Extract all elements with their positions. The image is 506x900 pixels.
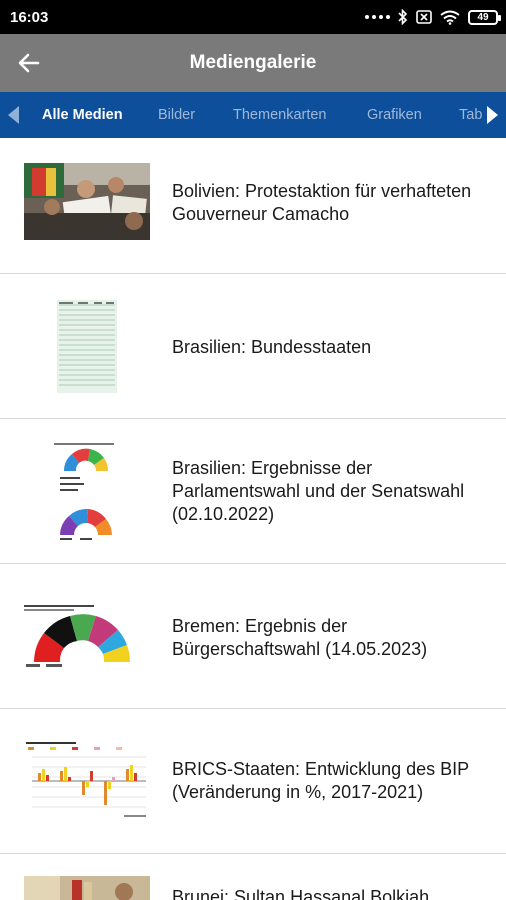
thumbnail-parliament-chart	[24, 441, 150, 543]
app-bar: Mediengalerie	[0, 34, 506, 92]
page-title: Mediengalerie	[189, 52, 317, 73]
thumbnail-photo	[24, 876, 150, 900]
list-item[interactable]: Bolivien: Protestaktion für verhafteten …	[0, 138, 506, 274]
list-item[interactable]: Brasilien: Bundesstaaten	[0, 274, 506, 419]
list-item[interactable]: BRICS-Staaten: Entwicklung des BIP (Verä…	[0, 709, 506, 854]
battery-icon: 49	[468, 9, 501, 25]
tab-alle-medien[interactable]: Alle Medien	[42, 107, 123, 123]
wifi-icon	[440, 10, 460, 25]
item-title: Brasilien: Ergebnisse der Parlamentswahl…	[172, 458, 465, 524]
status-icons: 49	[365, 7, 501, 27]
thumbnail-table	[24, 298, 150, 395]
thumbnail-parliament-chart	[24, 604, 150, 670]
tab-scroll-right-icon[interactable]	[482, 92, 504, 138]
item-title: BRICS-Staaten: Entwicklung des BIP (Verä…	[172, 759, 469, 802]
tab-themenkarten[interactable]: Themenkarten	[233, 107, 327, 123]
list-item[interactable]: Brasilien: Ergebnisse der Parlamentswahl…	[0, 419, 506, 564]
status-bar: 16:03 49	[0, 0, 506, 34]
tab-grafiken[interactable]: Grafiken	[367, 107, 422, 123]
media-list: Bolivien: Protestaktion für verhafteten …	[0, 138, 506, 900]
item-title: Brasilien: Bundesstaaten	[172, 337, 372, 357]
tab-tabellen[interactable]: Tab	[459, 107, 482, 123]
list-item[interactable]: Brunei: Sultan Hassanal Bolkiah	[0, 854, 506, 900]
thumbnail-photo	[24, 163, 150, 240]
sim-blocked-icon	[416, 10, 432, 24]
tab-bilder[interactable]: Bilder	[158, 107, 195, 123]
thumbnail-bar-chart	[24, 741, 150, 821]
item-title: Bremen: Ergebnis der Bürgerschaftswahl (…	[172, 616, 428, 659]
item-title: Bolivien: Protestaktion für verhafteten …	[172, 181, 472, 224]
bluetooth-icon	[398, 9, 408, 25]
list-item[interactable]: Bremen: Ergebnis der Bürgerschaftswahl (…	[0, 564, 506, 709]
media-tab-bar: Alle Medien Bilder Themenkarten Grafiken…	[0, 92, 506, 138]
tab-scroll-left-icon[interactable]	[2, 92, 24, 138]
signal-dots-icon	[365, 15, 390, 19]
status-time: 16:03	[10, 9, 49, 26]
item-title: Brunei: Sultan Hassanal Bolkiah	[172, 887, 430, 900]
